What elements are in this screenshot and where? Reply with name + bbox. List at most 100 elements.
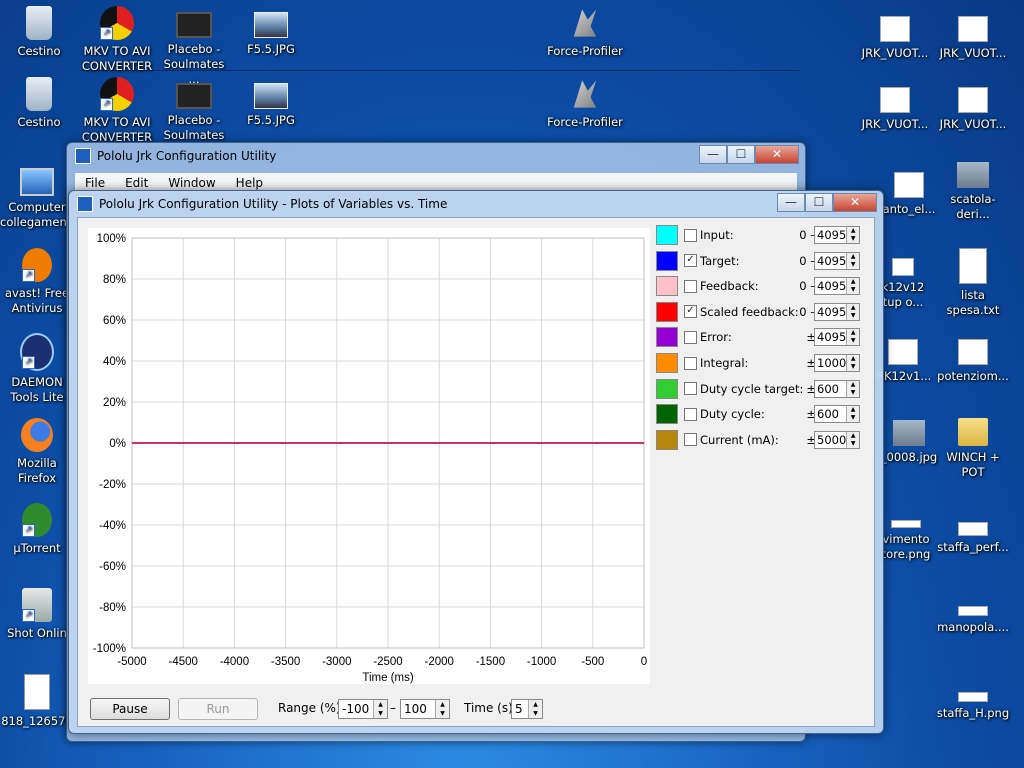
variable-label: Target: — [700, 253, 740, 268]
desktop-icon-computer[interactable]: Computer collegamenti — [0, 162, 74, 230]
plot-checkbox[interactable] — [684, 279, 697, 293]
scale-spinner[interactable]: 4095 ▲ ▼ — [814, 328, 860, 347]
color-swatch[interactable] — [656, 378, 678, 399]
minimize-button[interactable]: — — [777, 193, 805, 212]
scale-spinner[interactable]: 4095 ▲ ▼ — [814, 251, 860, 270]
range-min-spinner[interactable]: -100 ▲ ▼ — [338, 699, 388, 719]
legend-row: Duty cycle: ±600 ▲ ▼ — [656, 403, 866, 425]
plot-window-titlebar[interactable]: Pololu Jrk Configuration Utility - Plots… — [69, 191, 777, 217]
scale-spinner[interactable]: 600 ▲ ▼ — [814, 405, 860, 424]
image-file-icon — [891, 520, 921, 528]
spinner-arrows-icon[interactable]: ▲ ▼ — [846, 329, 859, 346]
spinner-arrows-icon[interactable]: ▲ ▼ — [846, 380, 859, 397]
color-swatch[interactable] — [656, 327, 678, 348]
plot-checkbox[interactable] — [684, 433, 697, 447]
plot-checkbox[interactable] — [684, 407, 697, 421]
spinner-arrows-icon[interactable]: ▲ ▼ — [846, 278, 859, 295]
desktop-icon-recycle-bin-2[interactable]: Cestino — [2, 77, 76, 130]
menu-edit[interactable]: Edit — [115, 176, 158, 190]
desktop-icon-avast[interactable]: ↗ avast! Free Antivirus — [0, 248, 74, 316]
desktop-icon-utorrent[interactable]: ↗ µTorrent — [0, 503, 74, 556]
desktop-icon-jrk-vuoto-2[interactable]: JRK_VUOT... — [936, 10, 1010, 61]
desktop-icon-f55-jpg[interactable]: F5.5.JPG — [234, 6, 308, 57]
spinner-arrows-icon[interactable]: ▲ ▼ — [846, 406, 859, 423]
close-button[interactable]: ✕ — [755, 145, 799, 164]
scale-spinner[interactable]: 4095 ▲ ▼ — [814, 277, 860, 296]
spinner-arrows-icon[interactable]: ▲ ▼ — [373, 700, 387, 718]
video-file-icon — [176, 12, 212, 38]
desktop-icon-jrk-vuoto-3[interactable]: JRK_VUOT... — [858, 81, 932, 132]
desktop-icon-potenziometro[interactable]: potenziom... — [936, 333, 1010, 384]
spinner-arrows-icon[interactable]: ▲ ▼ — [846, 431, 859, 448]
desktop-icon-force-profiler-2[interactable]: Force-Profiler — [540, 77, 630, 130]
color-swatch[interactable] — [656, 250, 678, 271]
range-max-spinner[interactable]: 100 ▲ ▼ — [400, 699, 450, 719]
desktop-icon-placebo[interactable]: Placebo - Soulmates ... — [157, 6, 231, 87]
maximize-button[interactable]: ☐ — [727, 145, 755, 164]
spinner-arrows-icon[interactable]: ▲ ▼ — [846, 355, 859, 371]
menu-help[interactable]: Help — [226, 176, 273, 190]
plot-checkbox[interactable] — [684, 382, 697, 396]
x-tick-label: -4500 — [168, 656, 197, 668]
range-prefix: ± — [806, 356, 816, 370]
desktop-icon-staffa-h[interactable]: staffa_H.png — [936, 686, 1010, 721]
menu-window[interactable]: Window — [158, 176, 225, 190]
desktop-icon-force-profiler[interactable]: Force-Profiler — [540, 6, 630, 59]
spinner-arrows-icon[interactable]: ▲ ▼ — [846, 252, 859, 269]
desktop-icon-lista-spesa[interactable]: lista spesa.txt — [936, 248, 1010, 318]
desktop-icon-rk12v1[interactable]: RK12v1... — [876, 333, 931, 384]
desktop-icon-manopola[interactable]: manopola.... — [936, 600, 1010, 635]
desktop-icon-mp3[interactable]: 818_126574 — [0, 674, 74, 729]
desktop-icon-movimento[interactable]: vimento tore.png — [876, 520, 936, 562]
spinner-arrows-icon[interactable]: ▲ ▼ — [846, 303, 859, 320]
desktop-icon-winch-pot[interactable]: WINCH + POT — [936, 418, 1010, 480]
pause-button[interactable]: Pause — [90, 698, 170, 720]
maximize-button[interactable]: ☐ — [805, 193, 833, 212]
color-swatch[interactable] — [656, 429, 678, 450]
menu-file[interactable]: File — [75, 176, 115, 190]
plot-checkbox[interactable] — [684, 330, 697, 344]
scale-spinner[interactable]: 4095 ▲ ▼ — [814, 226, 860, 244]
desktop-icon-recycle-bin[interactable]: Cestino — [2, 6, 76, 59]
desktop-icon-label: Force-Profiler — [547, 115, 623, 129]
main-window-titlebar[interactable]: Pololu Jrk Configuration Utility — [67, 143, 805, 169]
desktop-icon-0008-jpg[interactable]: _0008.jpg — [876, 420, 942, 465]
plot-window[interactable]: Pololu Jrk Configuration Utility - Plots… — [68, 190, 884, 734]
scale-spinner[interactable]: 5000 ▲ ▼ — [814, 430, 860, 449]
scale-spinner[interactable]: 600 ▲ ▼ — [814, 379, 860, 398]
close-button[interactable]: ✕ — [833, 193, 877, 212]
plot-checkbox[interactable]: ✓ — [684, 254, 697, 268]
desktop-icon-mkv-converter[interactable]: ↗ MKV TO AVI CONVERTER — [80, 6, 154, 74]
y-tick-label: 80% — [103, 274, 126, 286]
plot-checkbox[interactable] — [684, 228, 697, 242]
time-spinner[interactable]: 5 ▲ ▼ — [511, 699, 543, 719]
legend-row: Input: 0 –4095 ▲ ▼ — [656, 224, 866, 246]
range-max-value: 100 — [404, 702, 427, 716]
color-swatch[interactable] — [656, 301, 678, 322]
range-prefix: 0 – — [799, 304, 816, 319]
desktop-icon-k12v12[interactable]: k12v12 tup o... — [876, 258, 930, 310]
desktop-icon-daemon-tools[interactable]: ↗ DAEMON Tools Lite — [0, 333, 74, 405]
color-swatch[interactable] — [656, 276, 678, 297]
color-swatch[interactable] — [656, 353, 678, 373]
desktop-icon-anto-el[interactable]: anto_el... — [876, 166, 942, 217]
spinner-arrows-icon[interactable]: ▲ ▼ — [528, 700, 542, 718]
color-swatch[interactable] — [656, 404, 678, 425]
desktop-icon-f55-jpg-2[interactable]: F5.5.JPG — [234, 77, 308, 128]
run-button[interactable]: Run — [178, 698, 258, 720]
plot-checkbox[interactable]: ✓ — [684, 305, 697, 319]
desktop-icon-firefox[interactable]: Mozilla Firefox — [0, 418, 74, 486]
scale-spinner[interactable]: 4095 ▲ ▼ — [814, 302, 860, 321]
spinner-arrows-icon[interactable]: ▲ ▼ — [846, 227, 859, 243]
desktop-icon-staffa-perf[interactable]: staffa_perf... — [936, 516, 1010, 555]
minimize-button[interactable]: — — [699, 145, 727, 164]
desktop-icon-jrk-vuoto-4[interactable]: JRK_VUOT... — [936, 81, 1010, 132]
color-swatch[interactable] — [656, 225, 678, 245]
spinner-arrows-icon[interactable]: ▲ ▼ — [435, 700, 449, 718]
desktop-icon-mkv-converter-2[interactable]: ↗ MKV TO AVI CONVERTER — [80, 77, 154, 145]
scale-spinner[interactable]: 1000 ▲ ▼ — [814, 354, 860, 372]
plot-checkbox[interactable] — [684, 356, 697, 370]
desktop-icon-shot-online[interactable]: ↗ Shot Onlin — [0, 588, 74, 641]
desktop-icon-jrk-vuoto-1[interactable]: JRK_VUOT... — [858, 10, 932, 61]
desktop-icon-scatola[interactable]: scatola-deri... — [936, 162, 1010, 222]
